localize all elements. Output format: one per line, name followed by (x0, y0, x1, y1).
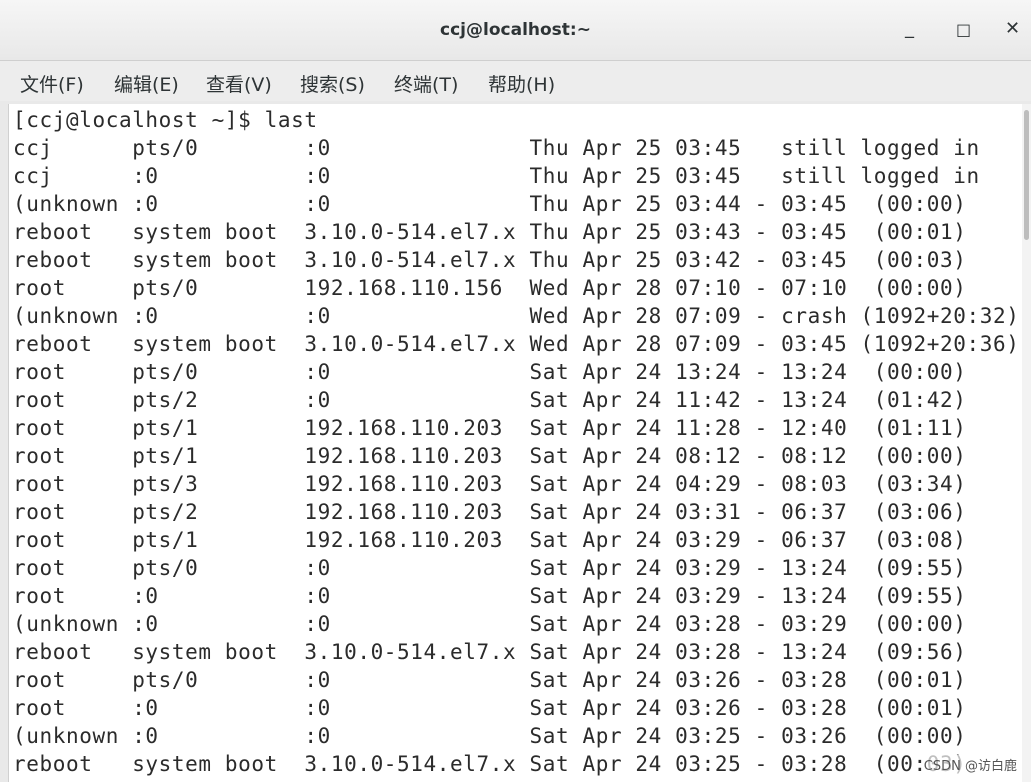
menu-bar: 文件(F) 编辑(E) 查看(V) 搜索(S) 终端(T) 帮助(H) (0, 61, 1031, 101)
terminal-line: root pts/0 :0 Sat Apr 24 13:24 - 13:24 (… (13, 360, 967, 384)
terminal-line: ccj pts/0 :0 Thu Apr 25 03:45 still logg… (13, 136, 980, 160)
terminal-line: root pts/0 :0 Sat Apr 24 03:29 - 13:24 (… (13, 556, 967, 580)
watermark: CSDN @访白鹿 (923, 755, 1017, 774)
terminal-output[interactable]: [ccj@localhost ~]$ last ccj pts/0 :0 Thu… (8, 104, 1023, 782)
title-bar: ccj@localhost:~ _ □ ✕ (0, 0, 1031, 61)
terminal-line: root pts/0 :0 Sat Apr 24 03:26 - 03:28 (… (13, 668, 967, 692)
terminal-line: (unknown :0 :0 Sat Apr 24 03:28 - 03:29 … (13, 612, 967, 636)
terminal-line: (unknown :0 :0 Wed Apr 28 07:09 - crash … (13, 304, 1020, 328)
terminal-line: reboot system boot 3.10.0-514.el7.x Thu … (13, 248, 967, 272)
terminal-line: ccj :0 :0 Thu Apr 25 03:45 still logged … (13, 164, 980, 188)
menu-search[interactable]: 搜索(S) (300, 70, 365, 97)
close-icon[interactable]: ✕ (1005, 18, 1020, 39)
terminal-line: root pts/0 192.168.110.156 Wed Apr 28 07… (13, 276, 967, 300)
menu-view[interactable]: 查看(V) (206, 70, 272, 97)
terminal-line: root pts/2 :0 Sat Apr 24 11:42 - 13:24 (… (13, 388, 967, 412)
terminal-line: root pts/1 192.168.110.203 Sat Apr 24 11… (13, 416, 967, 440)
menu-help[interactable]: 帮助(H) (488, 70, 555, 97)
terminal-line: reboot system boot 3.10.0-514.el7.x Sat … (13, 752, 967, 776)
maximize-icon[interactable]: □ (956, 20, 971, 39)
menu-edit[interactable]: 编辑(E) (114, 70, 179, 97)
terminal-line: reboot system boot 3.10.0-514.el7.x Sat … (13, 640, 967, 664)
terminal-line: root pts/2 192.168.110.203 Sat Apr 24 03… (13, 500, 967, 524)
terminal-prompt-line: [ccj@localhost ~]$ last (13, 108, 318, 132)
terminal-line: root pts/3 192.168.110.203 Sat Apr 24 04… (13, 472, 967, 496)
terminal-line: root :0 :0 Sat Apr 24 03:26 - 03:28 (00:… (13, 696, 967, 720)
scrollbar-thumb[interactable] (1024, 110, 1029, 240)
terminal-line: (unknown :0 :0 Thu Apr 25 03:44 - 03:45 … (13, 192, 967, 216)
terminal-line: (unknown :0 :0 Sat Apr 24 03:25 - 03:26 … (13, 724, 967, 748)
minimize-icon[interactable]: _ (905, 18, 914, 39)
menu-file[interactable]: 文件(F) (20, 70, 84, 97)
window-title: ccj@localhost:~ (440, 20, 591, 40)
terminal-line: root pts/1 192.168.110.203 Sat Apr 24 03… (13, 528, 967, 552)
terminal-line: reboot system boot 3.10.0-514.el7.x Wed … (13, 332, 1020, 356)
terminal-line: reboot system boot 3.10.0-514.el7.x Thu … (13, 220, 967, 244)
terminal-scrollbar[interactable] (1022, 104, 1031, 782)
terminal-line: root :0 :0 Sat Apr 24 03:29 - 13:24 (09:… (13, 584, 967, 608)
menu-terminal[interactable]: 终端(T) (394, 70, 458, 97)
terminal-line: root pts/1 192.168.110.203 Sat Apr 24 08… (13, 444, 967, 468)
